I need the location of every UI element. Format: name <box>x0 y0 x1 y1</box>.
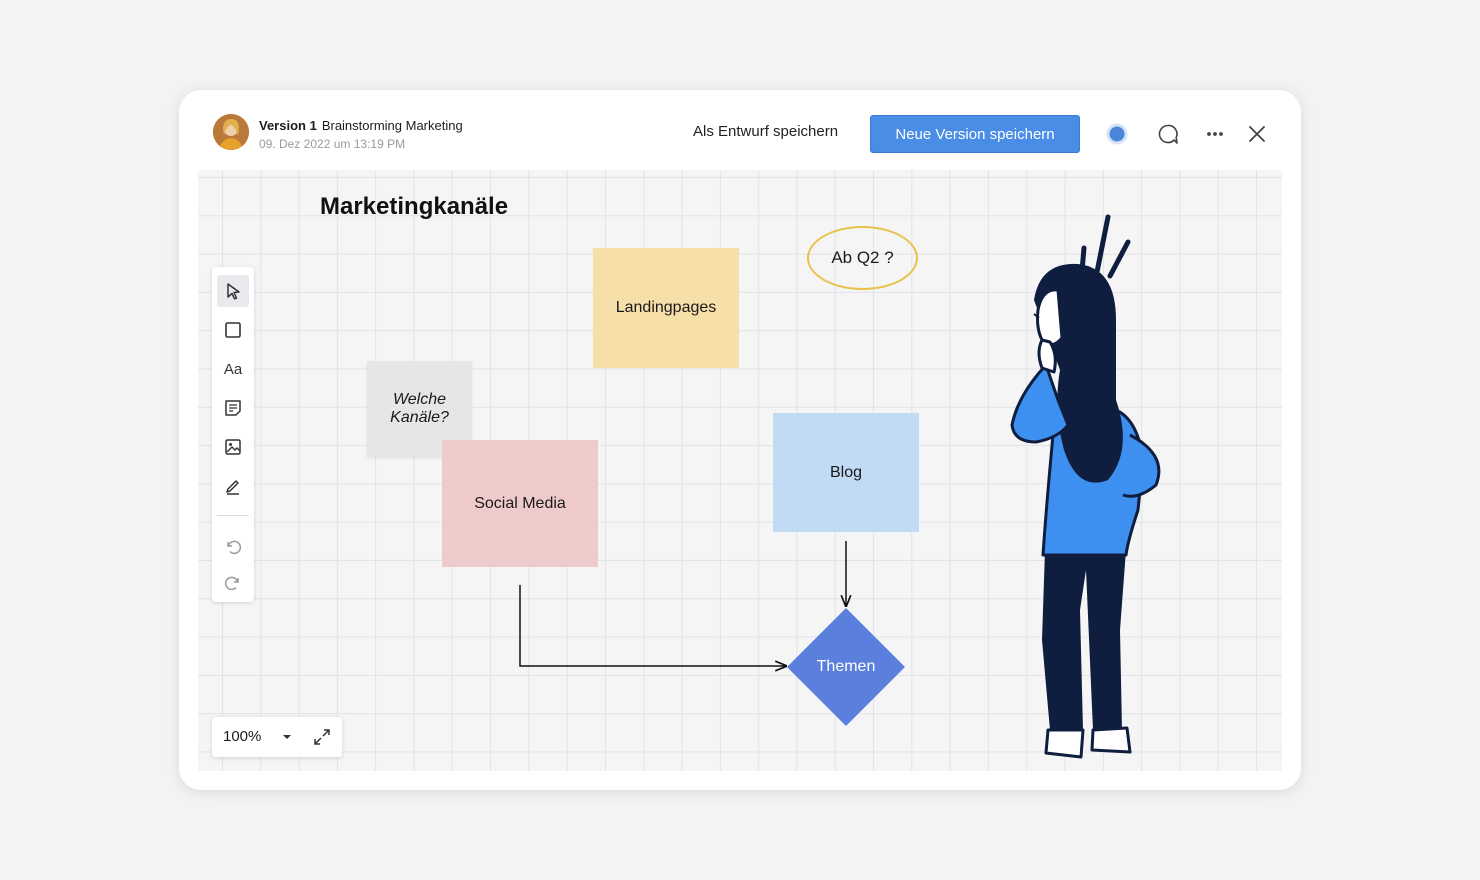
callout-label: Ab Q2 ? <box>831 248 894 267</box>
sticky-blog[interactable]: Blog <box>773 413 919 532</box>
more-icon[interactable] <box>1202 121 1228 147</box>
comment-icon[interactable] <box>1155 121 1181 147</box>
zoom-control: 100% <box>212 717 342 757</box>
status-dot-icon[interactable] <box>1104 121 1130 147</box>
whiteboard-canvas[interactable]: Marketingkanäle Landingpages Welche Kanä… <box>198 170 1282 771</box>
decision-diamond[interactable]: Themen <box>787 608 905 726</box>
callout-ellipse[interactable]: Ab Q2 ? <box>807 226 918 290</box>
board-name: Brainstorming Marketing <box>321 118 463 133</box>
select-icon[interactable] <box>217 275 249 307</box>
redo-icon[interactable] <box>217 567 249 599</box>
sticky-label: Blog <box>829 463 863 481</box>
board-title-line: Version 1 Brainstorming Marketing <box>259 118 463 133</box>
zoom-level[interactable]: 100% <box>223 728 261 745</box>
sticky-social-media[interactable]: Social Media <box>442 440 598 567</box>
text-icon[interactable]: Aa <box>217 353 249 385</box>
undo-icon[interactable] <box>217 531 249 563</box>
avatar[interactable] <box>213 114 249 150</box>
close-icon[interactable] <box>1244 121 1270 147</box>
version-timestamp: 09. Dez 2022 um 13:19 PM <box>259 137 406 151</box>
sticky-landingpages[interactable]: Landingpages <box>593 248 739 368</box>
pen-icon[interactable] <box>217 470 249 502</box>
chevron-down-icon[interactable] <box>280 730 294 744</box>
sticky-label: Social Media <box>474 494 566 512</box>
save-draft-button[interactable]: Als Entwurf speichern <box>693 123 838 140</box>
sticky-note-icon[interactable] <box>217 392 249 424</box>
image-icon[interactable] <box>217 431 249 463</box>
save-new-version-button[interactable]: Neue Version speichern <box>870 115 1080 153</box>
rectangle-icon[interactable] <box>217 314 249 346</box>
version-label: Version 1 <box>259 118 317 133</box>
diamond-label: Themen <box>816 658 876 675</box>
toolbar-divider <box>217 515 249 516</box>
sticky-label: Welche Kanäle? <box>390 390 449 426</box>
tool-palette: Aa <box>212 267 254 602</box>
sticky-label: Landingpages <box>615 299 717 316</box>
connector-social-to-themen <box>519 585 786 666</box>
fullscreen-icon[interactable] <box>312 727 332 747</box>
board-window: Version 1 Brainstorming Marketing 09. Dez… <box>179 90 1301 790</box>
person-illustration <box>1010 214 1161 759</box>
